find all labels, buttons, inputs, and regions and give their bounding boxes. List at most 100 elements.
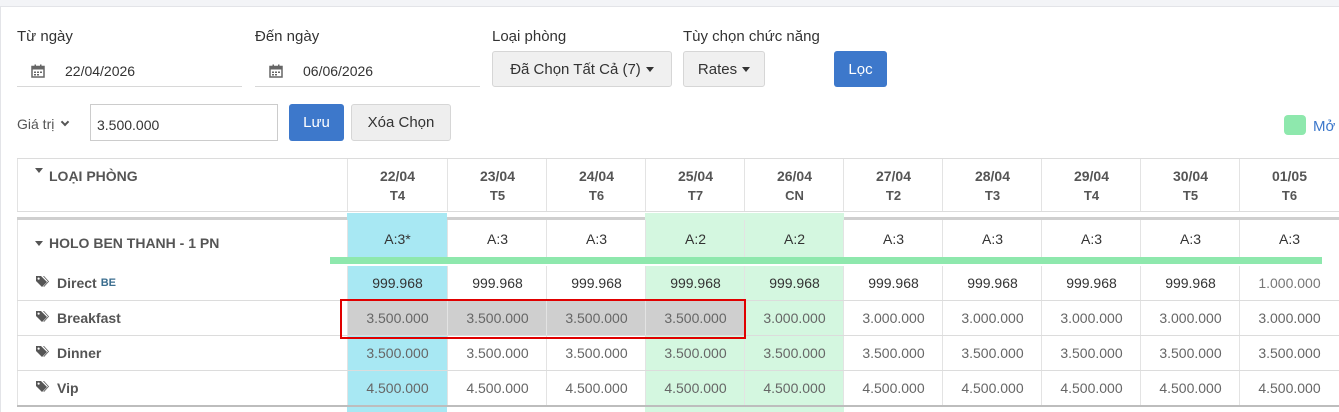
clear-selection-button[interactable]: Xóa Chọn (351, 104, 451, 141)
value-type-select[interactable]: Giá trị (17, 106, 70, 141)
rate-value-cell[interactable]: 3.500.000 (843, 336, 943, 370)
availability-cell[interactable]: A:3 (1239, 220, 1339, 257)
rate-value-cell[interactable]: 3.000.000 (1239, 301, 1339, 335)
rate-value-cell[interactable]: 999.968 (447, 266, 547, 300)
rate-value-cell[interactable]: 999.968 (645, 266, 745, 300)
to-date-field[interactable]: 06/06/2026 (255, 55, 480, 87)
availability-cell[interactable]: A:3 (1041, 220, 1141, 257)
rate-plan-cell[interactable]: Vip (17, 371, 347, 405)
from-date-field[interactable]: 22/04/2026 (17, 55, 242, 87)
rate-value-cell[interactable]: 4.500.000 (645, 371, 745, 405)
room-type-dropdown-label: Đã Chọn Tất Cả (7) (510, 60, 641, 78)
weekday-label: T2 (885, 187, 902, 203)
date-column-header[interactable]: 28/04 T3 (942, 159, 1042, 211)
rate-plan-cell[interactable]: Dinner (17, 336, 347, 370)
column-highlight-strip (744, 407, 844, 412)
date-label: 23/04 (479, 167, 516, 184)
room-type-column-header[interactable]: LOẠI PHÒNG (17, 159, 347, 211)
availability-cell[interactable]: A:3 (942, 220, 1042, 257)
rate-value-cell[interactable]: 4.500.000 (744, 371, 844, 405)
tag-icon (35, 310, 49, 326)
rate-value-cell[interactable]: 3.500.000 (1041, 336, 1141, 370)
grid-header-row: LOẠI PHÒNG 22/04 T4 23/04 T5 24/04 T6 25/04 T7 2… (17, 158, 1339, 212)
rate-value-cell[interactable]: 999.968 (1140, 266, 1240, 300)
rate-plan-cell[interactable]: Direct BE (17, 266, 347, 300)
rate-value-cell[interactable]: 4.500.000 (942, 371, 1042, 405)
availability-cell[interactable]: A:3 (546, 220, 646, 257)
availability-cell[interactable]: A:3 (843, 220, 943, 257)
rate-value-cell[interactable]: 3.500.000 (1239, 336, 1339, 370)
function-dropdown[interactable]: Rates (683, 51, 765, 87)
rate-value-cell[interactable]: 4.500.000 (1140, 371, 1240, 405)
rate-value-cell[interactable]: 3.000.000 (843, 301, 943, 335)
date-column-header[interactable]: 24/04 T6 (546, 159, 646, 211)
rate-value-cell[interactable]: 3.500.000 (1140, 336, 1240, 370)
rate-value-cell[interactable]: 3.000.000 (1041, 301, 1141, 335)
from-date-label: Từ ngày (17, 28, 73, 45)
rate-value-cell[interactable]: 3.000.000 (942, 301, 1042, 335)
rate-value-cell[interactable]: 999.968 (843, 266, 943, 300)
weekday-label: T4 (1083, 187, 1100, 203)
rate-value-cell[interactable]: 999.968 (942, 266, 1042, 300)
rate-value-cell[interactable]: 3.500.000 (347, 336, 447, 370)
date-label: 30/04 (1172, 167, 1209, 184)
weekday-label: CN (785, 187, 804, 203)
rate-value-cell[interactable]: 1.000.000 (1239, 266, 1339, 300)
date-column-header[interactable]: 25/04 T7 (645, 159, 745, 211)
legend-open-label[interactable]: Mở (1313, 118, 1335, 135)
date-column-header[interactable]: 23/04 T5 (447, 159, 547, 211)
rate-value-cell[interactable]: 3.500.000 (942, 336, 1042, 370)
rate-value-cell[interactable]: 999.968 (347, 266, 447, 300)
date-label: 29/04 (1073, 167, 1110, 184)
rate-row: Direct BE 999.968 999.968 999.968 999.968 999.… (17, 266, 1339, 301)
date-label: 26/04 (776, 167, 813, 184)
rate-value-cell[interactable]: 4.500.000 (347, 371, 447, 405)
rate-value-cell[interactable]: 3.500.000 (744, 336, 844, 370)
date-column-header[interactable]: 22/04 T4 (347, 159, 447, 211)
room-name: HOLO BEN THANH - 1 PN (49, 235, 220, 251)
function-dropdown-label: Rates (697, 60, 738, 78)
availability-cell[interactable]: A:3 (447, 220, 547, 257)
rate-value-cell[interactable]: 4.500.000 (1041, 371, 1141, 405)
rate-value-cell[interactable]: 3.500.000 (447, 336, 547, 370)
selection-highlight-box (340, 299, 746, 339)
rate-plan-cell[interactable]: Breakfast (17, 301, 347, 335)
rate-value-cell[interactable]: 3.000.000 (744, 301, 844, 335)
weekday-label: T3 (984, 187, 1001, 203)
date-column-header[interactable]: 01/05 T6 (1239, 159, 1339, 211)
date-label: 28/04 (974, 167, 1011, 184)
open-status-bar (330, 257, 1322, 264)
room-type-label: Loại phòng (492, 28, 567, 45)
rate-value-cell[interactable]: 999.968 (744, 266, 844, 300)
date-column-header[interactable]: 27/04 T2 (843, 159, 943, 211)
date-column-header[interactable]: 26/04 CN (744, 159, 844, 211)
rate-value-cell[interactable]: 3.000.000 (1140, 301, 1240, 335)
rate-value-cell[interactable]: 4.500.000 (1239, 371, 1339, 405)
rate-value-cell[interactable]: 4.500.000 (546, 371, 646, 405)
rate-value-cell[interactable]: 3.500.000 (546, 336, 646, 370)
tag-icon (35, 345, 49, 361)
availability-cell[interactable]: A:3* (347, 220, 447, 257)
date-label: 01/05 (1271, 167, 1308, 184)
availability-cell[interactable]: A:2 (645, 220, 745, 257)
date-column-header[interactable]: 30/04 T5 (1140, 159, 1240, 211)
room-type-dropdown[interactable]: Đã Chọn Tất Cả (7) (492, 51, 672, 87)
weekday-label: T6 (1281, 187, 1298, 203)
rate-value-cell[interactable]: 999.968 (1041, 266, 1141, 300)
value-input[interactable]: 3.500.000 (90, 104, 278, 141)
availability-cell[interactable]: A:3 (1140, 220, 1240, 257)
filter-button[interactable]: Lọc (834, 51, 887, 87)
caret-down-icon (742, 66, 751, 72)
save-button[interactable]: Lưu (289, 104, 344, 141)
rate-value-cell[interactable]: 3.500.000 (645, 336, 745, 370)
rate-plan-name: Direct (57, 275, 97, 291)
room-name-cell[interactable]: HOLO BEN THANH - 1 PN (17, 220, 347, 266)
rate-value-cell[interactable]: 4.500.000 (447, 371, 547, 405)
date-column-header[interactable]: 29/04 T4 (1041, 159, 1141, 211)
rate-value-cell[interactable]: 4.500.000 (843, 371, 943, 405)
column-highlight-strip (347, 213, 447, 220)
rate-value-cell[interactable]: 999.968 (546, 266, 646, 300)
availability-cell[interactable]: A:2 (744, 220, 844, 257)
date-label: 24/04 (578, 167, 615, 184)
channel-badge: BE (100, 277, 116, 289)
